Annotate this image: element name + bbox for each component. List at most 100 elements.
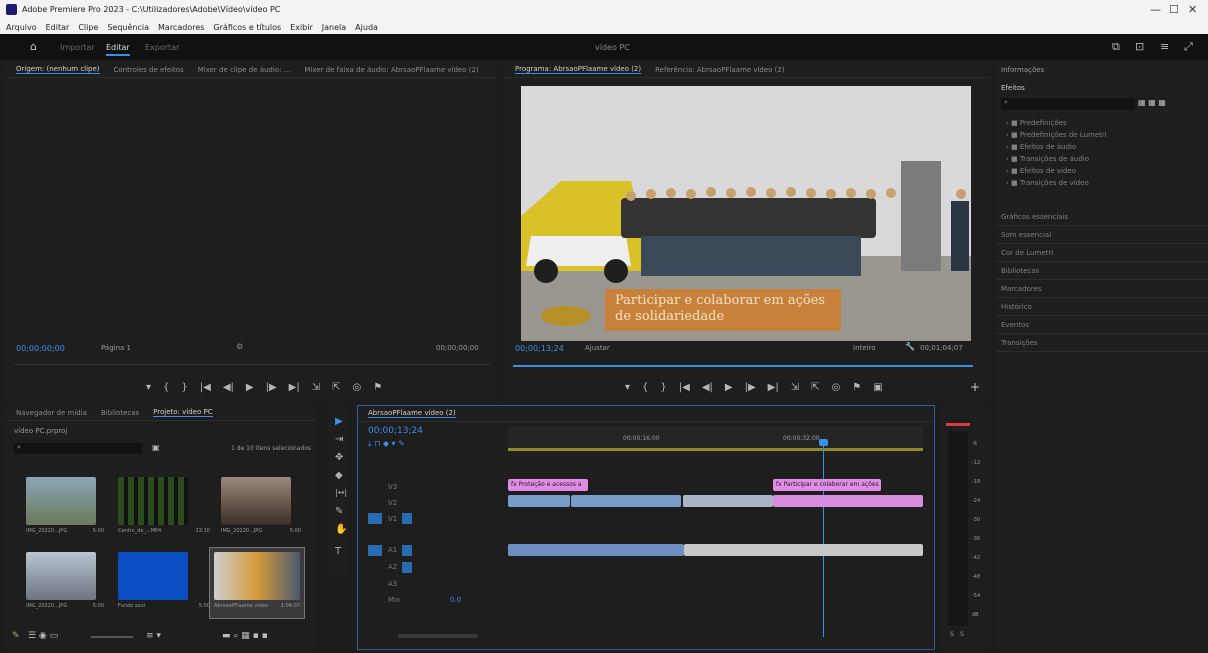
program-video-frame[interactable]: Participar e colaborar em ações de solid… bbox=[521, 86, 971, 341]
flag-icon[interactable]: ⚑ bbox=[852, 382, 861, 393]
go-to-in-icon[interactable]: |◀ bbox=[200, 382, 211, 393]
track-select-tool-icon[interactable]: ⇥ bbox=[335, 434, 343, 445]
menu-janela[interactable]: Janela bbox=[322, 23, 346, 32]
go-to-out-icon[interactable]: ▶| bbox=[768, 382, 779, 393]
step-forward-icon[interactable]: |▶ bbox=[266, 382, 277, 393]
marker-icon[interactable]: ▾ bbox=[146, 382, 151, 393]
camera-icon[interactable]: ◎ bbox=[353, 382, 362, 393]
write-lock-icon[interactable]: ✎ bbox=[12, 631, 20, 641]
project-footer-icons[interactable]: ▬ ⌕ ▦ ▪ ▪ bbox=[222, 631, 268, 641]
tab-libraries[interactable]: Bibliotecas bbox=[101, 409, 139, 417]
tree-item[interactable]: › ■ Efeitos de áudio bbox=[1006, 141, 1107, 153]
track-v2-label[interactable]: V2 bbox=[388, 499, 397, 507]
program-scrubber[interactable] bbox=[513, 365, 973, 367]
tab-effect-controls[interactable]: Controles de efeitos bbox=[114, 66, 184, 74]
workspaces-icon[interactable]: ⊡ bbox=[1135, 40, 1144, 53]
tree-item[interactable]: › ■ Efeitos de vídeo bbox=[1006, 165, 1107, 177]
playhead[interactable] bbox=[823, 442, 824, 637]
menu-editar[interactable]: Editar bbox=[46, 23, 70, 32]
step-back-icon[interactable]: ◀| bbox=[702, 382, 713, 393]
tab-sequence[interactable]: AbrsaoPFlaame vídeo (2) bbox=[368, 409, 456, 418]
track-v1-label[interactable]: V1 bbox=[388, 515, 397, 523]
section-essential-graphics[interactable]: Gráficos essenciais bbox=[996, 208, 1208, 226]
source-timecode[interactable]: 00;00;00;00 bbox=[16, 344, 65, 353]
pen-tool-icon[interactable]: ✎ bbox=[335, 506, 343, 517]
v1-source-patch[interactable] bbox=[368, 513, 382, 524]
tab-project[interactable]: Projeto: vídeo PC bbox=[153, 408, 213, 417]
lift-icon[interactable]: ⇲ bbox=[791, 382, 799, 393]
flag-icon[interactable]: ⚑ bbox=[373, 382, 382, 393]
menu-sequencia[interactable]: Sequência bbox=[107, 23, 149, 32]
project-item[interactable]: IMG_20220...JPG 5:00 bbox=[26, 552, 104, 609]
type-tool-icon[interactable]: T bbox=[335, 546, 341, 557]
title-clip[interactable]: fx Proteção e acessos a bbox=[508, 479, 588, 491]
track-v3-label[interactable]: V3 bbox=[388, 483, 397, 491]
section-libraries[interactable]: Bibliotecas bbox=[996, 262, 1208, 280]
razor-tool-icon[interactable]: ◆ bbox=[335, 470, 343, 481]
v1-target[interactable] bbox=[402, 513, 412, 524]
overwrite-icon[interactable]: ⇱ bbox=[332, 382, 340, 393]
timeline-zoom-scroll[interactable] bbox=[398, 634, 478, 638]
new-bin-icon[interactable]: ▦ ▦ ▦ bbox=[1138, 98, 1166, 107]
mark-out-icon[interactable]: } bbox=[660, 382, 666, 393]
a1-source-patch[interactable] bbox=[368, 545, 382, 556]
timeline-ruler[interactable]: 00;00;16;00 00;00;32;00 bbox=[508, 426, 923, 452]
tab-exportar[interactable]: Exportar bbox=[145, 43, 179, 52]
effects-search[interactable]: ⌕ bbox=[1001, 98, 1135, 110]
project-item[interactable]: IMG_20220...JPG 5:00 bbox=[221, 477, 301, 534]
section-history[interactable]: Histórico bbox=[996, 298, 1208, 316]
menu-graficos[interactable]: Gráficos e títulos bbox=[213, 23, 281, 32]
solo-button[interactable]: S bbox=[960, 631, 964, 638]
section-markers[interactable]: Marcadores bbox=[996, 280, 1208, 298]
video-clip[interactable] bbox=[508, 495, 570, 507]
home-icon[interactable]: ⌂ bbox=[30, 40, 37, 53]
track-a2-label[interactable]: A2 bbox=[388, 563, 397, 571]
settings-icon[interactable]: ⚙ bbox=[236, 342, 243, 351]
section-essential-sound[interactable]: Som essencial bbox=[996, 226, 1208, 244]
program-fit-select[interactable]: Ajustar bbox=[585, 344, 610, 352]
tab-program[interactable]: Programa: AbrsaoPFlaame vídeo (2) bbox=[515, 65, 642, 74]
effects-header[interactable]: Efeitos bbox=[1001, 84, 1025, 92]
audio-clip[interactable] bbox=[508, 544, 684, 556]
mix-value[interactable]: 0.0 bbox=[450, 596, 461, 604]
camera-icon[interactable]: ◎ bbox=[832, 382, 841, 393]
tree-item[interactable]: › ■ Transições de vídeo bbox=[1006, 177, 1107, 189]
source-fit-select[interactable]: Página 1 bbox=[101, 344, 131, 352]
minimize-icon[interactable]: — bbox=[1150, 3, 1161, 16]
a1-target[interactable] bbox=[402, 545, 412, 556]
hand-tool-icon[interactable]: ✋ bbox=[335, 524, 347, 535]
tab-importar[interactable]: Importar bbox=[60, 43, 95, 52]
mark-in-icon[interactable]: { bbox=[163, 382, 169, 393]
section-lumetri[interactable]: Cor de Lumetri bbox=[996, 244, 1208, 262]
step-forward-icon[interactable]: |▶ bbox=[745, 382, 756, 393]
a2-target[interactable] bbox=[402, 562, 412, 573]
section-transitions[interactable]: Transições bbox=[996, 334, 1208, 352]
project-search[interactable]: ⌕ bbox=[14, 443, 142, 454]
play-icon[interactable]: ▶ bbox=[246, 382, 254, 393]
maximize-icon[interactable]: ☐ bbox=[1169, 3, 1179, 16]
solo-button[interactable]: S bbox=[950, 631, 954, 638]
timeline-options-icons[interactable]: ⤓ ⊓ ◆ ▾ ✎ bbox=[368, 439, 405, 449]
program-timecode[interactable]: 00;00;13;24 bbox=[515, 344, 564, 353]
video-clip[interactable] bbox=[571, 495, 681, 507]
tab-source[interactable]: Origem: (nenhum clipe) bbox=[16, 65, 100, 74]
track-a1-label[interactable]: A1 bbox=[388, 546, 397, 554]
playhead-handle[interactable] bbox=[819, 439, 828, 446]
new-bin-icon[interactable]: ▣ bbox=[152, 443, 160, 452]
source-scrubber[interactable] bbox=[14, 364, 490, 365]
ripple-tool-icon[interactable]: ✥ bbox=[335, 452, 343, 463]
zoom-slider[interactable] bbox=[91, 636, 133, 638]
wrench-icon[interactable]: 🔧 bbox=[905, 342, 915, 351]
menu-marcadores[interactable]: Marcadores bbox=[158, 23, 204, 32]
title-clip[interactable]: fx Participar e colaborar em ações bbox=[773, 479, 881, 491]
program-quality-select[interactable]: Inteiro bbox=[853, 344, 876, 352]
video-clip[interactable] bbox=[773, 495, 923, 507]
go-to-out-icon[interactable]: ▶| bbox=[289, 382, 300, 393]
timeline-timecode[interactable]: 00;00;13;24 bbox=[368, 426, 423, 436]
compare-icon[interactable]: ▣ bbox=[873, 382, 882, 393]
mark-out-icon[interactable]: } bbox=[181, 382, 187, 393]
tree-item[interactable]: › ■ Predefinições bbox=[1006, 117, 1107, 129]
play-icon[interactable]: ▶ bbox=[725, 382, 733, 393]
menu-exibir[interactable]: Exibir bbox=[290, 23, 313, 32]
fullscreen-icon[interactable]: ⤢ bbox=[1184, 40, 1193, 54]
